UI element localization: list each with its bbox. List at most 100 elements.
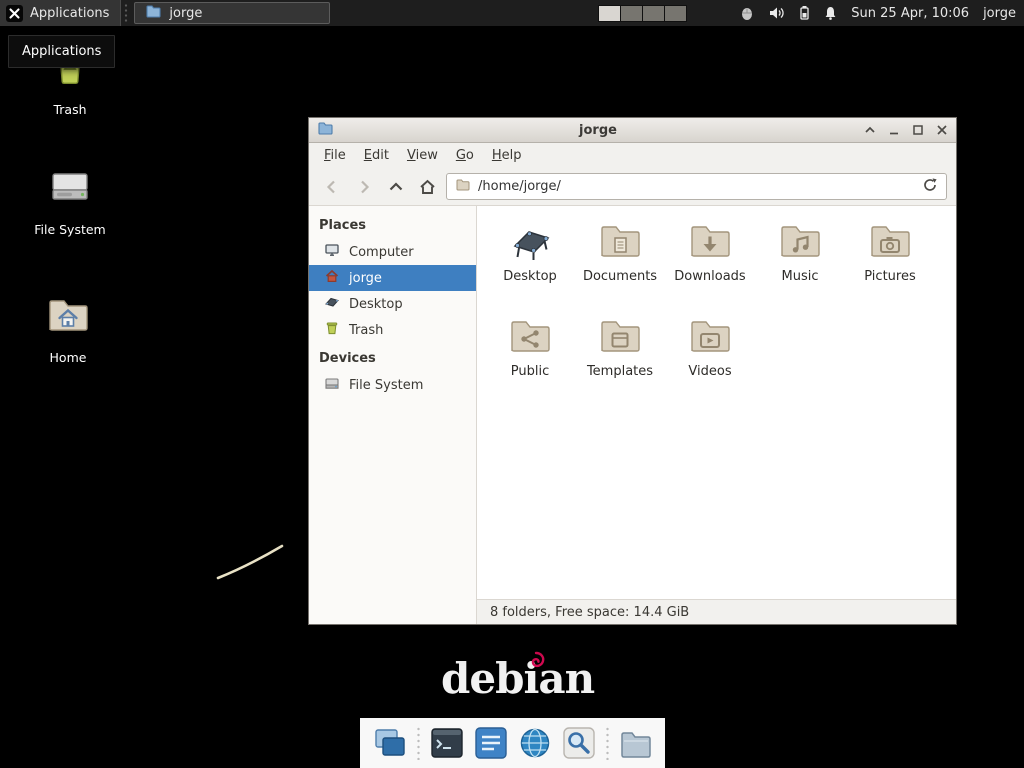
debian-swirl-icon — [524, 651, 546, 671]
home-folder-icon — [44, 290, 92, 341]
sidebar-header-places: Places — [309, 210, 476, 239]
file-item-desktop[interactable]: Desktop — [485, 216, 575, 311]
drive-icon — [324, 375, 340, 395]
file-item-templates[interactable]: Templates — [575, 311, 665, 406]
home-button[interactable] — [414, 173, 441, 200]
applications-menu-button[interactable]: Applications — [0, 0, 121, 26]
documents-folder-icon — [596, 216, 644, 264]
templates-folder-icon — [596, 311, 644, 359]
file-manager-window: jorge File Edit View Go Help — [308, 117, 957, 625]
back-button[interactable] — [318, 173, 345, 200]
menu-view[interactable]: View — [398, 145, 447, 166]
workspace-1[interactable] — [599, 6, 620, 21]
desktop-icon — [324, 294, 340, 314]
workspace-3[interactable] — [643, 6, 664, 21]
panel-user-menu[interactable]: jorge — [983, 6, 1016, 21]
menu-go[interactable]: Go — [447, 145, 483, 166]
workspace-4[interactable] — [665, 6, 686, 21]
menu-edit[interactable]: Edit — [355, 145, 398, 166]
menu-file[interactable]: File — [315, 145, 355, 166]
panel-clock[interactable]: Sun 25 Apr, 10:06 — [851, 6, 969, 21]
icon-view: Desktop Documents — [477, 206, 956, 599]
sidebar-item-computer[interactable]: Computer — [309, 239, 476, 265]
file-item-videos[interactable]: Videos — [665, 311, 755, 406]
dock-launcher-file-manager[interactable] — [618, 725, 654, 761]
top-panel: Applications jorge — [0, 0, 1024, 26]
battery-icon[interactable] — [798, 5, 810, 21]
system-tray — [739, 5, 838, 21]
close-button[interactable] — [935, 124, 948, 137]
public-folder-icon — [506, 311, 554, 359]
window-folder-icon — [145, 3, 161, 23]
workspace-pager — [598, 5, 687, 22]
titlebar[interactable]: jorge — [309, 118, 956, 143]
terminal-icon — [429, 725, 465, 761]
xfce-logo-icon — [6, 5, 23, 22]
dock-launcher-editor[interactable] — [473, 725, 509, 761]
file-item-music[interactable]: Music — [755, 216, 845, 311]
desktop-icon-label: Home — [50, 350, 87, 365]
shade-button[interactable] — [863, 124, 876, 137]
computer-icon — [324, 242, 340, 262]
location-bar[interactable]: /home/jorge/ — [446, 173, 947, 200]
mouse-tray-icon[interactable] — [739, 5, 755, 21]
desktop: Applications jorge — [0, 0, 1024, 768]
chevron-up-icon — [387, 178, 405, 196]
menu-help[interactable]: Help — [483, 145, 531, 166]
sidebar: Places Computer jorge — [309, 206, 477, 624]
windows-icon — [372, 725, 408, 761]
downloads-folder-icon — [686, 216, 734, 264]
debian-logo: debian — [441, 658, 594, 700]
pictures-folder-icon — [866, 216, 914, 264]
sidebar-item-jorge[interactable]: jorge — [309, 265, 476, 291]
dock-launcher-app-finder[interactable] — [561, 725, 597, 761]
location-path[interactable]: /home/jorge/ — [478, 179, 914, 194]
home-icon — [324, 268, 340, 288]
up-button[interactable] — [382, 173, 409, 200]
home-icon — [418, 178, 437, 196]
desktop-icon — [506, 216, 554, 264]
desktop-icon-home[interactable]: Home — [12, 290, 124, 365]
sidebar-item-file-system[interactable]: File System — [309, 372, 476, 398]
dock-launcher-terminal[interactable] — [429, 725, 465, 761]
volume-icon[interactable] — [768, 5, 785, 21]
applications-tooltip: Applications — [8, 35, 115, 68]
taskbar-window-button[interactable]: jorge — [134, 2, 330, 24]
trash-icon — [324, 320, 340, 340]
sidebar-item-desktop[interactable]: Desktop — [309, 291, 476, 317]
videos-folder-icon — [686, 311, 734, 359]
desktop-icon-file-system[interactable]: File System — [14, 162, 126, 237]
taskbar-window-label: jorge — [169, 6, 202, 21]
panel-drag-handle[interactable] — [123, 3, 129, 23]
bottom-dock — [360, 718, 665, 768]
workspace-2[interactable] — [621, 6, 642, 21]
file-item-documents[interactable]: Documents — [575, 216, 665, 311]
desktop-icon-label: Trash — [53, 102, 86, 117]
magnifier-icon — [561, 725, 597, 761]
file-item-pictures[interactable]: Pictures — [845, 216, 935, 311]
forward-button[interactable] — [350, 173, 377, 200]
file-item-downloads[interactable]: Downloads — [665, 216, 755, 311]
desktop-icon-label: File System — [34, 222, 106, 237]
file-item-public[interactable]: Public — [485, 311, 575, 406]
menubar: File Edit View Go Help — [309, 143, 956, 168]
window-folder-icon — [317, 120, 333, 140]
notifications-bell-icon[interactable] — [823, 5, 838, 21]
text-lines-icon — [473, 725, 509, 761]
dock-launcher-windows[interactable] — [372, 725, 408, 761]
music-folder-icon — [776, 216, 824, 264]
minimize-button[interactable] — [887, 124, 900, 137]
applications-menu-label: Applications — [30, 6, 109, 21]
icon-view-column: Desktop Documents — [477, 206, 956, 624]
reload-icon[interactable] — [922, 177, 938, 197]
dock-drag-handle[interactable] — [416, 726, 421, 760]
folder-icon — [618, 725, 654, 761]
window-body: Places Computer jorge — [309, 206, 956, 624]
dock-drag-handle[interactable] — [605, 726, 610, 760]
status-text: 8 folders, Free space: 14.4 GiB — [490, 605, 689, 620]
maximize-button[interactable] — [911, 124, 924, 137]
sidebar-header-devices: Devices — [309, 343, 476, 372]
dock-launcher-web-browser[interactable] — [517, 725, 553, 761]
sidebar-item-trash[interactable]: Trash — [309, 317, 476, 343]
chevron-right-icon — [355, 178, 373, 196]
